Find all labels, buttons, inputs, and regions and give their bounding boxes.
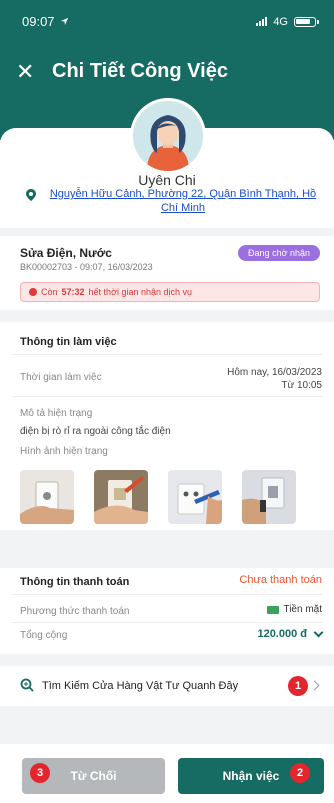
divider bbox=[12, 622, 322, 623]
payment-method-label: Phương thức thanh toán bbox=[20, 606, 130, 617]
work-time-label: Thời gian làm việc bbox=[20, 372, 102, 383]
signal-icon bbox=[256, 17, 268, 26]
customer-name: Uyên Chi bbox=[138, 172, 196, 188]
payment-status: Chưa thanh toán bbox=[239, 574, 322, 586]
network-label: 4G bbox=[273, 15, 288, 28]
description-label: Mô tả hiện trạng bbox=[20, 408, 93, 419]
work-time-date: Hôm nay, 16/03/2023 bbox=[227, 367, 322, 378]
total-toggle[interactable]: 120.000 đ bbox=[257, 627, 324, 640]
search-icon bbox=[20, 678, 34, 692]
status-time: 09:07 bbox=[22, 14, 55, 29]
service-code: BK00002703 - 09:07, 16/03/2023 bbox=[20, 262, 153, 272]
work-time-value: Hôm nay, 16/03/2023 Từ 10:05 bbox=[227, 366, 322, 392]
location-arrow-icon bbox=[60, 17, 68, 26]
work-info-section: Thông tin làm việc Thời gian làm việc Hô… bbox=[0, 322, 334, 530]
search-store-label: Tìm Kiếm Cửa Hàng Vật Tư Quanh Đây bbox=[42, 680, 239, 692]
page-title: Chi Tiết Công Việc bbox=[52, 60, 228, 82]
divider bbox=[12, 354, 322, 355]
timer-prefix: Còn bbox=[41, 287, 58, 297]
payment-section: Thông tin thanh toán Chưa thanh toán Phư… bbox=[0, 568, 334, 654]
status-bar: 09:07 4G bbox=[22, 14, 319, 29]
chevron-right-icon bbox=[309, 680, 320, 691]
total-label: Tổng cộng bbox=[20, 630, 68, 641]
divider bbox=[12, 396, 322, 397]
timer-bar: Còn 57:32 hết thời gian nhận dịch vụ bbox=[20, 282, 320, 302]
status-image-2[interactable] bbox=[94, 470, 148, 524]
clock-alert-icon bbox=[29, 288, 37, 296]
avatar-illustration bbox=[133, 101, 203, 171]
status-image-3[interactable] bbox=[168, 470, 222, 524]
images-label: Hình ảnh hiện trạng bbox=[20, 446, 108, 457]
cash-icon bbox=[267, 605, 280, 614]
timer-value: 57:32 bbox=[61, 287, 85, 297]
status-image-4[interactable] bbox=[242, 470, 296, 524]
accept-label: Nhận việc bbox=[222, 769, 280, 783]
step-badge-2: 2 bbox=[290, 763, 310, 783]
description-value: điện bị rò rỉ ra ngoài công tắc điện bbox=[20, 426, 171, 437]
reject-label: Từ Chối bbox=[70, 769, 117, 783]
payment-title: Thông tin thanh toán bbox=[20, 576, 130, 588]
status-image-1[interactable] bbox=[20, 470, 74, 524]
address-line-2: Chí Minh bbox=[160, 202, 206, 214]
chevron-down-icon bbox=[313, 627, 324, 637]
payment-method-value: Tiền mặt bbox=[283, 604, 322, 615]
close-icon[interactable]: ✕ bbox=[16, 60, 36, 83]
work-info-title: Thông tin làm việc bbox=[20, 336, 117, 348]
timer-suffix: hết thời gian nhận dịch vụ bbox=[88, 287, 193, 297]
step-badge-1: 1 bbox=[288, 676, 308, 696]
service-section: Sửa Điện, Nước BK00002703 - 09:07, 16/03… bbox=[0, 236, 334, 310]
search-store-row[interactable]: Tìm Kiếm Cửa Hàng Vật Tư Quanh Đây bbox=[0, 666, 334, 706]
status-badge: Đang chờ nhận bbox=[238, 245, 320, 261]
step-badge-3: 3 bbox=[30, 763, 50, 783]
address-line-1: Nguyễn Hữu Cảnh, Phường 22, Quận Bình Th… bbox=[49, 188, 317, 200]
payment-method: Tiền mặt bbox=[267, 604, 322, 615]
total-value: 120.000 đ bbox=[257, 628, 307, 640]
battery-icon bbox=[294, 16, 319, 27]
divider bbox=[12, 594, 322, 595]
service-name: Sửa Điện, Nước bbox=[20, 246, 112, 260]
location-pin-icon bbox=[26, 189, 36, 201]
bottom-action-bar: Từ Chối Nhận việc bbox=[0, 744, 334, 803]
work-time-start: Từ 10:05 bbox=[281, 380, 322, 391]
customer-address[interactable]: Nguyễn Hữu Cảnh, Phường 22, Quận Bình Th… bbox=[36, 187, 330, 215]
avatar bbox=[130, 98, 206, 174]
